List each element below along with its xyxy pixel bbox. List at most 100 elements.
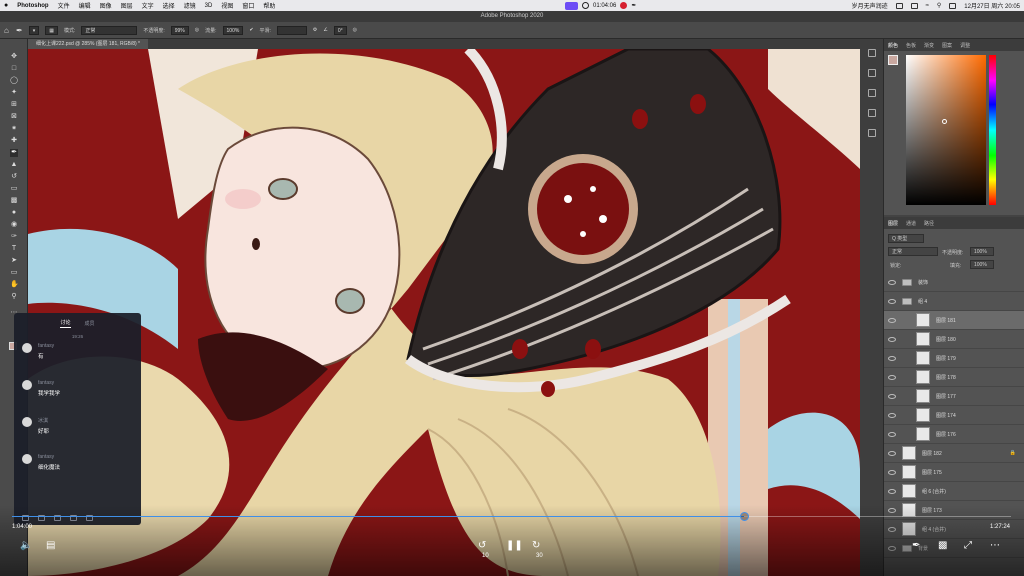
layer-group-row[interactable]: 装饰 bbox=[884, 273, 1024, 292]
layer-filter-select[interactable]: Q 类型 bbox=[888, 234, 924, 243]
wifi-icon[interactable]: ≈ bbox=[926, 3, 929, 9]
visibility-eye-icon[interactable] bbox=[888, 488, 896, 494]
tab-gradients[interactable]: 渐变 bbox=[924, 42, 934, 49]
quick-select-tool-icon[interactable]: ✦ bbox=[10, 89, 18, 97]
apple-icon[interactable]: ● bbox=[4, 2, 8, 9]
layer-row[interactable]: 图层 181 bbox=[884, 311, 1024, 330]
character-panel-icon[interactable] bbox=[868, 129, 876, 137]
tab-channels[interactable]: 通道 bbox=[906, 220, 916, 227]
clock[interactable]: 12月27日 周六 20:05 bbox=[964, 1, 1020, 10]
pressure-opacity-icon[interactable]: ◎ bbox=[195, 27, 199, 33]
foreground-swatch[interactable] bbox=[888, 55, 898, 65]
menu-select[interactable]: 选择 bbox=[163, 1, 175, 10]
lasso-tool-icon[interactable]: ◯ bbox=[10, 77, 18, 85]
angle-field[interactable]: 0° bbox=[333, 25, 347, 35]
blur-tool-icon[interactable]: ● bbox=[10, 209, 18, 217]
stop-recording-icon[interactable] bbox=[620, 2, 628, 9]
forward-30-icon[interactable]: ↻ bbox=[532, 541, 540, 551]
visibility-eye-icon[interactable] bbox=[888, 469, 896, 475]
layer-opacity-field[interactable]: 100% bbox=[970, 247, 994, 256]
frame-tool-icon[interactable]: ⊠ bbox=[10, 113, 18, 121]
mode-select[interactable]: 正常 bbox=[81, 25, 138, 35]
brush-tool-active-icon[interactable]: ✒ bbox=[10, 149, 18, 157]
pen-icon[interactable]: ✒ bbox=[912, 541, 920, 551]
visibility-eye-icon[interactable] bbox=[888, 279, 896, 285]
visibility-eye-icon[interactable] bbox=[888, 317, 896, 323]
document-tab[interactable]: 细化上课222.psd @ 285% (图层 181, RGB/8) * bbox=[28, 39, 149, 49]
more-icon[interactable]: ⋯ bbox=[990, 541, 1000, 551]
brush-size-picker[interactable]: ▾ bbox=[28, 25, 40, 35]
tab-paths[interactable]: 路径 bbox=[924, 220, 934, 227]
menu-file[interactable]: 文件 bbox=[58, 1, 70, 10]
history-brush-tool-icon[interactable]: ↺ bbox=[10, 173, 18, 181]
visibility-eye-icon[interactable] bbox=[888, 298, 896, 304]
shape-tool-icon[interactable]: ▭ bbox=[10, 269, 18, 277]
menu-type[interactable]: 文字 bbox=[142, 1, 154, 10]
tab-swatches[interactable]: 色板 bbox=[906, 42, 916, 49]
layer-row[interactable]: 图层 178 bbox=[884, 368, 1024, 387]
flow-field[interactable]: 100% bbox=[222, 25, 244, 35]
home-icon[interactable]: ⌂ bbox=[4, 26, 9, 35]
layer-row[interactable]: 图层 179 bbox=[884, 349, 1024, 368]
hand-tool-icon[interactable]: ✋ bbox=[10, 281, 19, 289]
battery-icon[interactable] bbox=[910, 2, 918, 9]
menu-image[interactable]: 图像 bbox=[100, 1, 112, 10]
layer-group-row[interactable]: 组 4 bbox=[884, 292, 1024, 311]
visibility-eye-icon[interactable] bbox=[888, 412, 896, 418]
blend-mode-select[interactable]: 正常 bbox=[888, 247, 938, 256]
eyedropper-tool-icon[interactable]: ⁕ bbox=[10, 125, 18, 133]
pen-menubar-icon[interactable]: ✒ bbox=[631, 2, 636, 9]
tab-members[interactable]: 成员 bbox=[85, 320, 95, 327]
pen-tool-icon[interactable]: ✑ bbox=[10, 233, 18, 241]
angle-icon[interactable]: ∠ bbox=[323, 27, 327, 33]
search-icon[interactable]: ⚲ bbox=[937, 2, 941, 9]
brush-panel-icon[interactable] bbox=[868, 89, 876, 97]
airbrush-icon[interactable]: ✔ bbox=[249, 27, 253, 33]
document-canvas[interactable] bbox=[28, 49, 860, 576]
gradient-tool-icon[interactable]: ▩ bbox=[10, 197, 18, 205]
layer-row[interactable]: 组 6 (合并) bbox=[884, 482, 1024, 501]
stamp-tool-icon[interactable]: ▲ bbox=[10, 161, 18, 169]
menu-help[interactable]: 帮助 bbox=[263, 1, 275, 10]
layer-row[interactable]: 图层 177 bbox=[884, 387, 1024, 406]
smooth-field[interactable] bbox=[276, 25, 307, 35]
crop-tool-icon[interactable]: ⊞ bbox=[10, 101, 18, 109]
tab-patterns[interactable]: 图案 bbox=[942, 42, 952, 49]
menu-edit[interactable]: 编辑 bbox=[79, 1, 91, 10]
move-tool-icon[interactable]: ✥ bbox=[10, 53, 18, 61]
layer-row[interactable]: 图层 175 bbox=[884, 463, 1024, 482]
zoom-tool-icon[interactable]: ⚲ bbox=[10, 293, 18, 301]
menu-3d[interactable]: 3D bbox=[205, 3, 213, 9]
visibility-eye-icon[interactable] bbox=[888, 355, 896, 361]
brush-tool-icon[interactable]: ✒ bbox=[16, 26, 23, 35]
subtitles-icon[interactable]: ▤ bbox=[46, 541, 55, 551]
type-tool-icon[interactable]: T bbox=[10, 245, 18, 253]
menu-filter[interactable]: 滤镜 bbox=[184, 1, 196, 10]
eraser-tool-icon[interactable]: ▭ bbox=[10, 185, 18, 193]
pressure-size-icon[interactable]: ◎ bbox=[353, 27, 357, 33]
tab-color[interactable]: 颜色 bbox=[888, 42, 898, 49]
layer-row[interactable]: 图层 176 bbox=[884, 425, 1024, 444]
tab-adjustments[interactable]: 调整 bbox=[960, 42, 970, 49]
visibility-eye-icon[interactable] bbox=[888, 431, 896, 437]
visibility-eye-icon[interactable] bbox=[888, 336, 896, 342]
adjustments-panel-icon[interactable] bbox=[868, 109, 876, 117]
app-menu[interactable]: Photoshop bbox=[17, 3, 48, 9]
menu-view[interactable]: 视图 bbox=[221, 1, 233, 10]
opacity-field[interactable]: 99% bbox=[170, 25, 189, 35]
visibility-eye-icon[interactable] bbox=[888, 374, 896, 380]
color-picker-field[interactable] bbox=[906, 55, 986, 205]
screen-recording-indicator[interactable]: 01:04:06 ✒ bbox=[562, 1, 639, 10]
marquee-tool-icon[interactable]: □ bbox=[10, 65, 18, 73]
path-select-tool-icon[interactable]: ➤ bbox=[10, 257, 18, 265]
brush-settings-toggle[interactable]: ▦ bbox=[45, 25, 58, 35]
layer-row[interactable]: 图层 182 🔒 bbox=[884, 444, 1024, 463]
volume-icon[interactable]: 🔈 bbox=[20, 541, 32, 551]
menu-window[interactable]: 窗口 bbox=[242, 1, 254, 10]
dodge-tool-icon[interactable]: ◉ bbox=[10, 221, 18, 229]
fill-field[interactable]: 100% bbox=[970, 260, 994, 269]
rewind-10-icon[interactable]: ↺ bbox=[478, 541, 486, 551]
menu-layer[interactable]: 图层 bbox=[121, 1, 133, 10]
control-center-icon[interactable] bbox=[949, 2, 957, 9]
tab-layers[interactable]: 图层 bbox=[888, 220, 898, 227]
